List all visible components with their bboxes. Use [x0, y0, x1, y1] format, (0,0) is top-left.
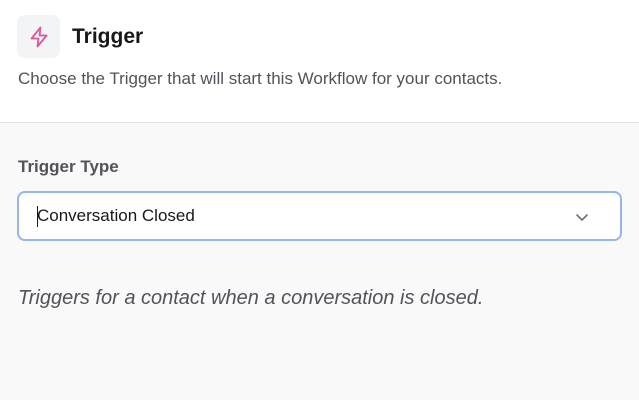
trigger-help-text: Triggers for a contact when a conversati…: [18, 287, 484, 309]
panel-title: Trigger: [72, 25, 144, 48]
trigger-header: Trigger Choose the Trigger that will sta…: [0, 0, 639, 123]
trigger-icon-box: [17, 15, 60, 58]
trigger-type-label: Trigger Type: [18, 157, 119, 176]
trigger-type-selected-value: Conversation Closed: [37, 206, 195, 225]
trigger-type-select[interactable]: Conversation Closed: [17, 191, 622, 241]
chevron-down-icon[interactable]: [574, 209, 590, 225]
panel-description: Choose the Trigger that will start this …: [18, 69, 503, 88]
lightning-bolt-icon: [30, 26, 47, 47]
text-cursor: [37, 206, 38, 227]
